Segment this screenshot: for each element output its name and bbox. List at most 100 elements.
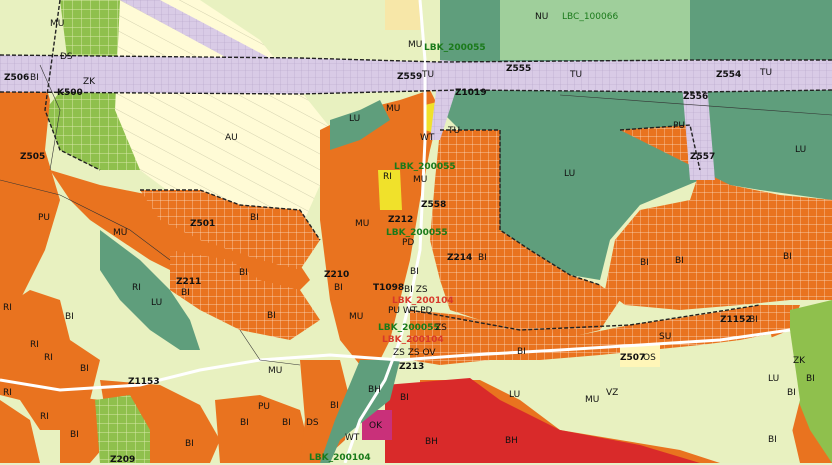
label-lbk-200104-c: LBK_200104 [309, 453, 371, 463]
label-pu-z557: PU [673, 121, 686, 131]
label-lbk-200055-center: LBK_200055 [394, 162, 456, 172]
label-ri-b3: RI [30, 340, 39, 350]
label-bi-bottom-l: BI [400, 393, 409, 403]
label-ri-bottom2: RI [40, 412, 49, 422]
label-z212: Z212 [388, 215, 414, 225]
label-bi-z501: BI [250, 213, 259, 223]
label-bi-left2: BI [267, 311, 276, 321]
label-lbk-200055-top: LBK_200055 [424, 43, 486, 53]
label-bi-bottom-c: BI [330, 401, 339, 411]
label-mu-bottom2: MU [585, 395, 600, 405]
label-mu-center: MU [386, 104, 401, 114]
label-bi-z211: BI [181, 288, 190, 298]
label-bi-bottom3: BI [282, 418, 291, 428]
label-z209: Z209 [110, 455, 136, 465]
label-bi-mid: BI [239, 268, 248, 278]
label-ri-far-left: RI [3, 303, 12, 313]
label-lbk-200055-mid: LBK_200055 [386, 228, 448, 238]
label-bi-far-right2: BI [787, 388, 796, 398]
nu-area [500, 0, 690, 60]
label-ri-center: RI [383, 172, 392, 182]
label-lbk-200055-zs: LBK_200055 [378, 323, 440, 333]
label-bi-center2: BI [517, 347, 526, 357]
label-lu-bottom: LU [509, 390, 521, 400]
label-z557: Z557 [690, 152, 716, 162]
label-mu-center-top: MU [408, 40, 423, 50]
label-bi-z506: BI [30, 73, 39, 83]
land-use-map[interactable]: NU LBC_100066 MU MU LBK_200055 DS ZK Z50… [0, 0, 832, 465]
label-z507: Z507 [620, 353, 646, 363]
label-tu-z559: TU [422, 70, 435, 80]
label-z213: Z213 [399, 362, 425, 372]
label-mu-top: MU [50, 19, 65, 29]
label-ds-bottom: DS [306, 418, 319, 428]
label-z1019: Z1019 [455, 88, 487, 98]
label-lu-center-top: LU [349, 114, 361, 124]
label-zk-right: ZK [793, 356, 806, 366]
label-z554: Z554 [716, 70, 742, 80]
label-lu-bottom-r: LU [768, 374, 780, 384]
label-pu-bottom: PU [258, 402, 271, 412]
label-z501: Z501 [190, 219, 216, 229]
label-z214: Z214 [447, 253, 473, 263]
label-zk-left: ZK [83, 77, 96, 87]
label-tu-center: TU [448, 126, 461, 136]
label-ri-bottom: RI [3, 388, 12, 398]
label-ri-left2: RI [44, 353, 53, 363]
label-bi-z214: BI [478, 253, 487, 263]
label-bi-b6: BI [768, 435, 777, 445]
label-ri-left: RI [132, 283, 141, 293]
label-bh-a: BH [368, 385, 381, 395]
label-z1153: Z1153 [128, 377, 160, 387]
label-lbk-200104-b: LBK_200104 [382, 335, 444, 345]
label-z558: Z558 [421, 200, 447, 210]
label-tu-mid: TU [570, 70, 583, 80]
label-mu-left2: MU [349, 312, 364, 322]
label-ds-top: DS [60, 52, 73, 62]
label-lu-left: LU [151, 298, 163, 308]
label-bi-far-right: BI [806, 374, 815, 384]
label-mu-center2: MU [413, 175, 428, 185]
label-z505: Z505 [20, 152, 46, 162]
label-bi-bottom2: BI [240, 418, 249, 428]
label-k500: K500 [57, 88, 83, 98]
label-bi-right3: BI [783, 252, 792, 262]
label-wt-bottom: WT [345, 433, 360, 443]
label-z1152: Z1152 [720, 315, 752, 325]
label-su: SU [659, 332, 672, 342]
label-lbc-100066: LBC_100066 [562, 12, 619, 22]
label-nu: NU [535, 12, 549, 22]
label-bi-b5: BI [185, 439, 194, 449]
label-lu-big: LU [564, 169, 576, 179]
label-tu-right: TU [760, 68, 773, 78]
label-z556: Z556 [683, 92, 709, 102]
label-bi-center: BI [410, 267, 419, 277]
label-bh-c: BH [425, 437, 438, 447]
label-bi-left3: BI [80, 364, 89, 374]
label-pu-left: PU [38, 213, 51, 223]
top-yellow-patch [385, 0, 420, 30]
label-bi-b4: BI [70, 430, 79, 440]
label-z555: Z555 [506, 64, 532, 74]
label-bi-right1: BI [640, 258, 649, 268]
label-z210: Z210 [324, 270, 350, 280]
label-bi-right2: BI [675, 256, 684, 266]
label-bi-z1152: BI [749, 315, 758, 325]
label-bh-b: BH [505, 436, 518, 446]
forest-top-right [690, 0, 832, 60]
label-mu-bottom: MU [268, 366, 283, 376]
label-z211: Z211 [176, 277, 202, 287]
label-z506: Z506 [4, 73, 30, 83]
label-mu-center3: MU [355, 219, 370, 229]
label-mu-left: MU [113, 228, 128, 238]
label-wt: WT [420, 133, 435, 143]
label-ok: OK [369, 421, 382, 431]
label-pd: PD [402, 238, 415, 248]
label-pu-wt-pd: PU WT PD [388, 306, 433, 316]
label-lu-right: LU [795, 145, 807, 155]
label-vz: VZ [606, 388, 619, 398]
label-t1098: T1098 [373, 283, 405, 293]
label-z559: Z559 [397, 72, 423, 82]
label-zszsov: ZS ZS OV [393, 348, 436, 358]
label-bi-left1: BI [65, 312, 74, 322]
